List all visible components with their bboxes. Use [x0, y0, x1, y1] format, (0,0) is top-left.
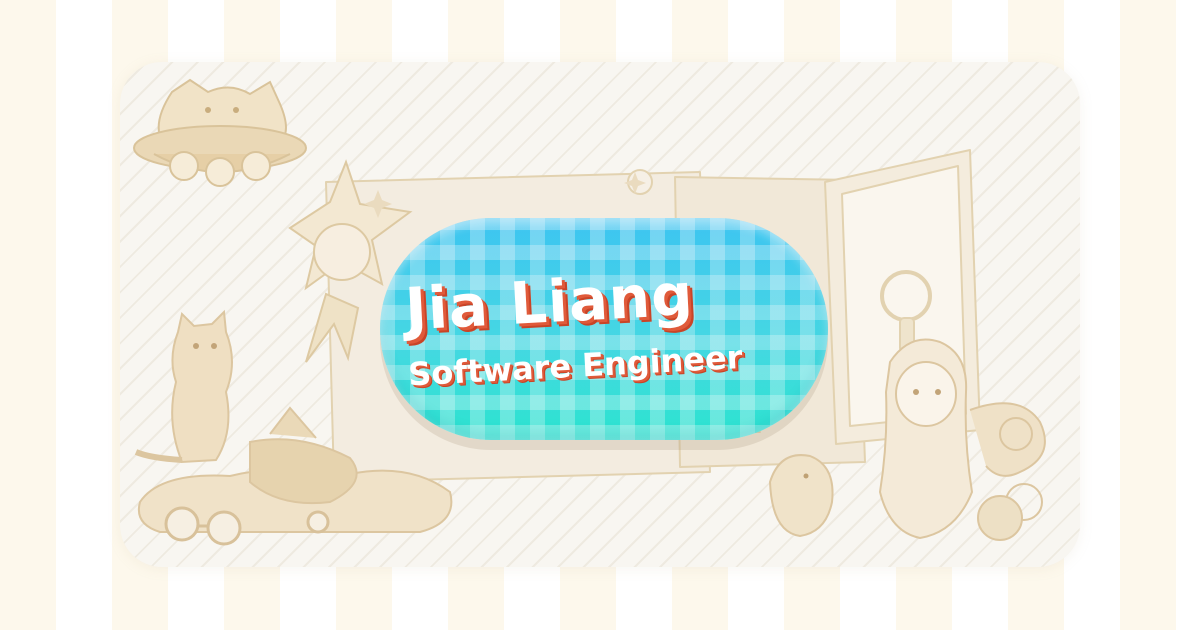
bird-icon	[768, 454, 834, 538]
cat-icon	[134, 309, 233, 464]
girl-character-icon	[878, 338, 1046, 541]
ufo-cat-icon	[133, 78, 307, 187]
